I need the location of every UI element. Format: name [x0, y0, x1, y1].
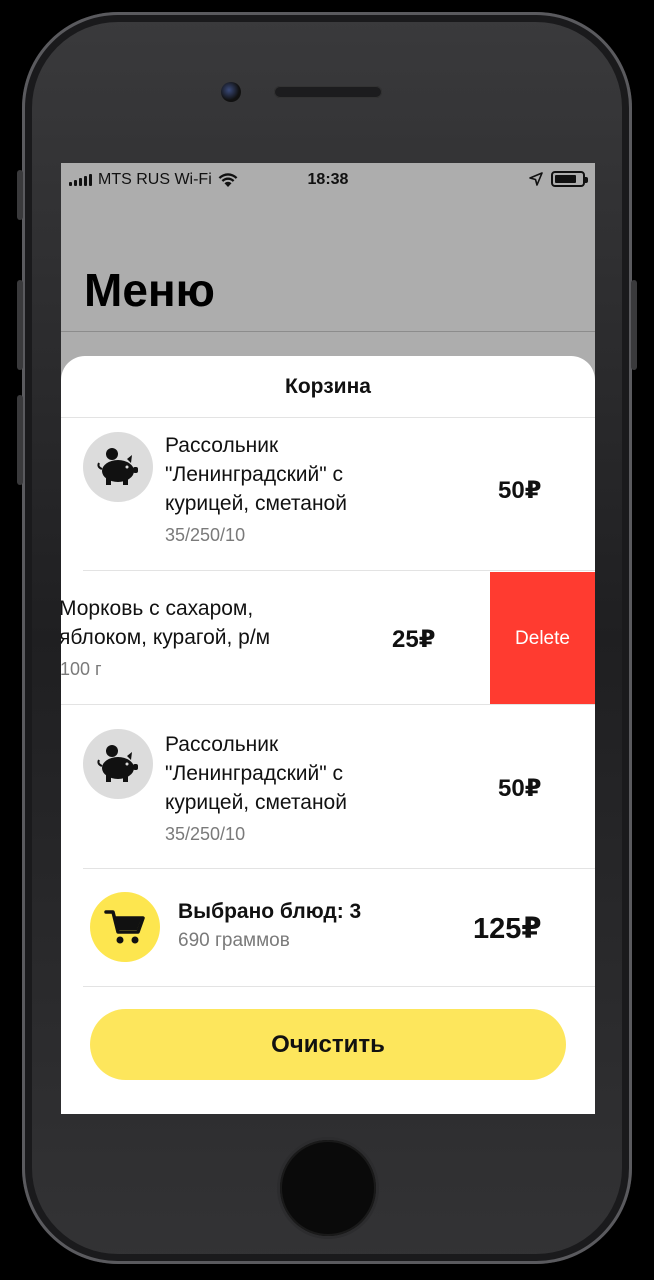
cart-item-swiped[interactable]: Морковь с сахаром, яблоком, курагой, р/м… [61, 572, 595, 705]
volume-down-button [17, 395, 23, 485]
status-time: 18:38 [307, 171, 349, 188]
mute-switch [17, 170, 23, 220]
summary-grams: 690 граммов [178, 930, 290, 951]
item-weight: 35/250/10 [165, 824, 246, 844]
cart-summary: Выбрано блюд: 3 690 граммов 125₽ [61, 870, 595, 987]
item-name: Рассольник "Ленинградский" с курицей, см… [165, 434, 347, 515]
item-weight: 100 г [61, 659, 102, 679]
item-name: Рассольник "Ленинградский" с курицей, см… [165, 733, 347, 814]
power-button [631, 280, 637, 370]
divider [83, 868, 595, 869]
cart-sheet: Корзина Рассольник "Ленинградский" с кур… [61, 356, 595, 1114]
home-button[interactable] [280, 1140, 376, 1236]
summary-total: 125₽ [473, 913, 542, 945]
summary-title: Выбрано блюд: 3 [178, 900, 362, 923]
divider [83, 570, 595, 571]
location-arrow-icon [529, 172, 543, 186]
status-bar: MTS RUS Wi-Fi 18:38 [61, 163, 595, 199]
page-title: Меню [84, 264, 215, 316]
item-price: 50₽ [498, 477, 542, 504]
cart-item[interactable]: Рассольник "Ленинградский" с курицей, см… [61, 706, 595, 869]
cart-title: Корзина [61, 356, 595, 418]
battery-icon [551, 171, 588, 187]
front-camera [221, 82, 241, 102]
item-name: Морковь с сахаром, яблоком, курагой, р/м [61, 597, 271, 649]
divider [83, 986, 595, 987]
delete-button[interactable]: Delete [490, 572, 595, 705]
item-price: 50₽ [498, 775, 542, 802]
earpiece-speaker [274, 86, 382, 98]
clear-button[interactable]: Очистить [90, 1009, 566, 1080]
cart-item[interactable]: Рассольник "Ленинградский" с курицей, см… [61, 418, 595, 571]
pig-icon [83, 432, 153, 502]
item-price: 25₽ [392, 626, 436, 653]
pig-icon [83, 729, 153, 799]
volume-up-button [17, 280, 23, 370]
screen: MTS RUS Wi-Fi 18:38 Меню Корзина Рассоль… [61, 163, 595, 1114]
divider [61, 331, 595, 332]
divider [61, 704, 595, 705]
cart-icon [90, 892, 160, 962]
item-weight: 35/250/10 [165, 525, 246, 545]
